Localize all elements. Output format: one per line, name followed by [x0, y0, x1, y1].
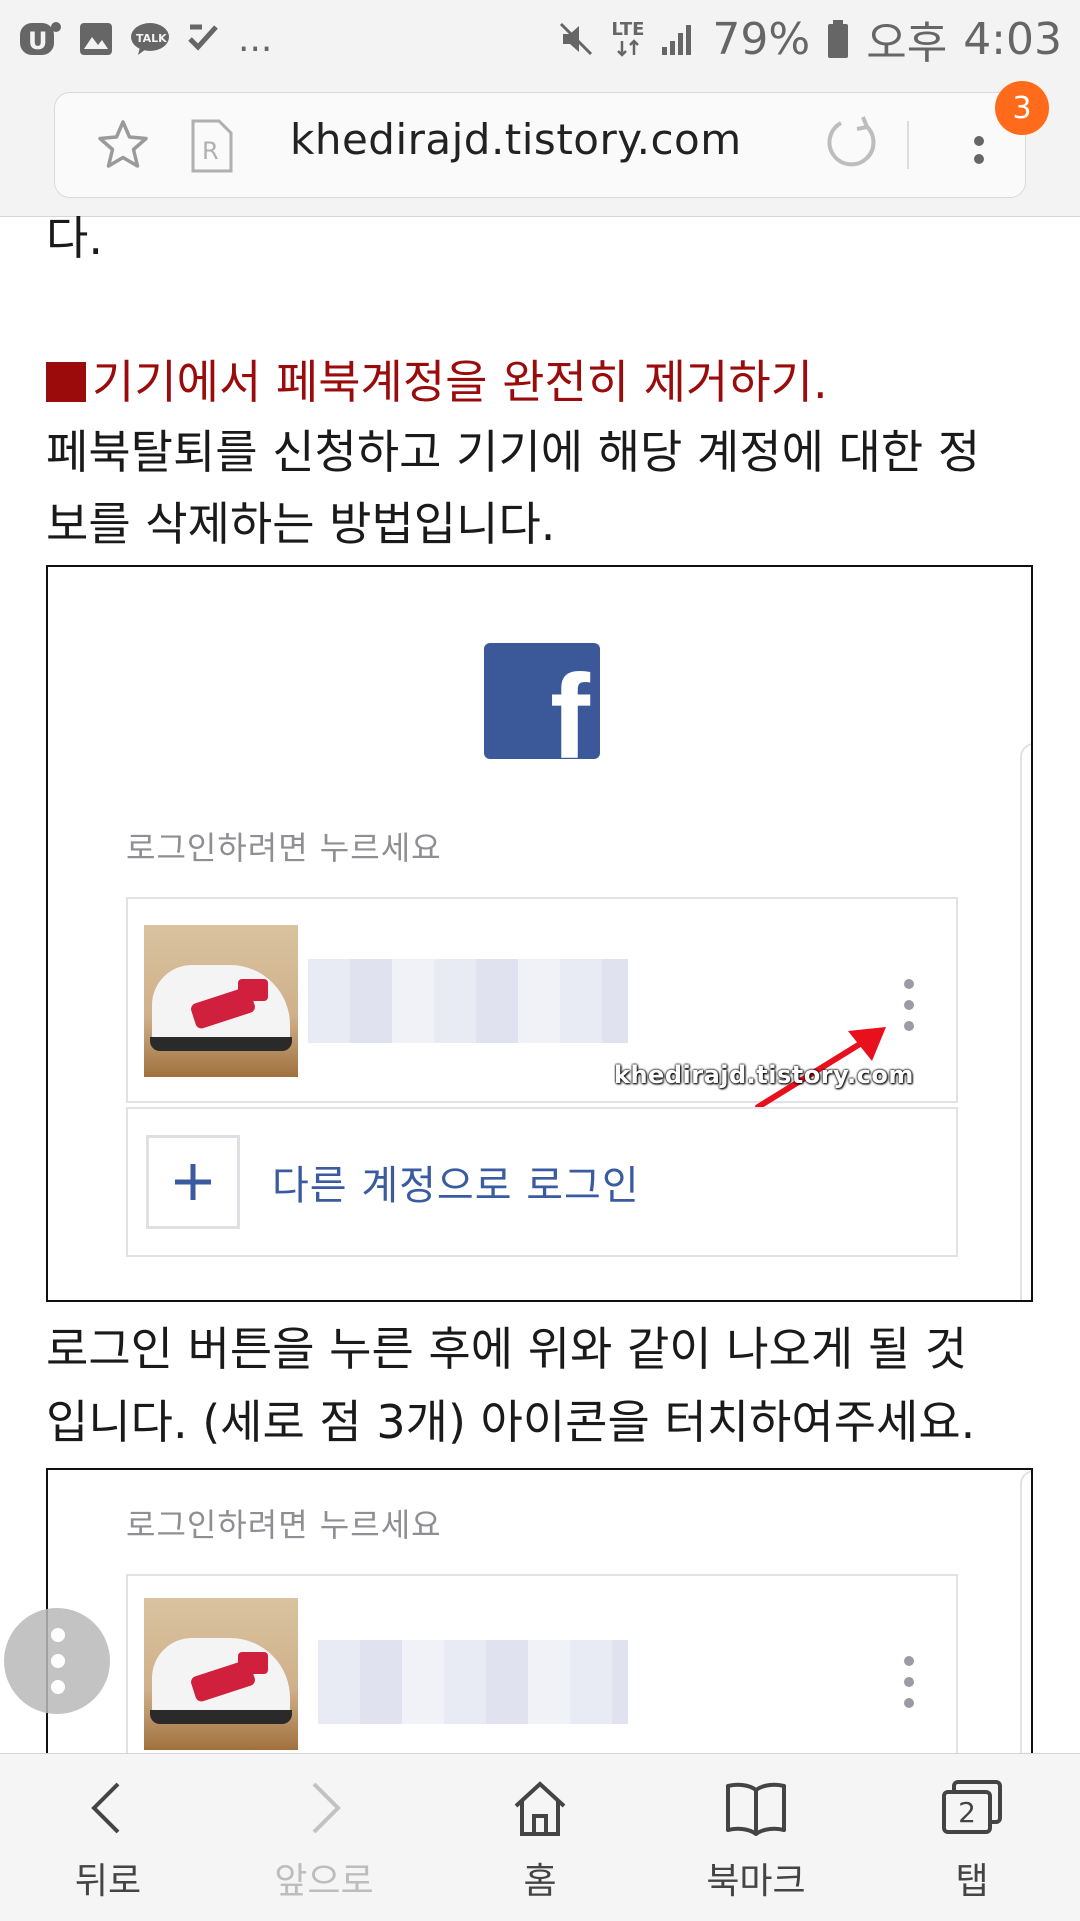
section-heading-text: 기기에서 페북계정을 완전히 제거하기. [92, 355, 828, 409]
watermark: khedirajd.tistory.com [614, 1061, 914, 1089]
nav-back-label: 뒤로 [74, 1861, 142, 1902]
battery-percent: 79% [712, 13, 811, 65]
nav-tabs-label: 탭 [955, 1861, 989, 1902]
uplus-icon: U [18, 19, 62, 59]
facebook-logo-icon: f [484, 643, 600, 759]
home-icon [510, 1778, 570, 1842]
heading-square-icon [46, 362, 86, 402]
after-line-2: 입니다. (세로 점 3개) 아이콘을 터치하여주세요. [46, 1395, 976, 1449]
add-account-card: 다른 계정으로 로그인 [126, 1107, 958, 1257]
login-prompt: 로그인하려면 누르세요 [126, 829, 442, 867]
tab-count: 2 [958, 1796, 976, 1829]
browser-toolbar: R khedirajd.tistory.com 3 [0, 78, 1080, 217]
nav-bookmarks[interactable]: 북마크 [648, 1754, 864, 1921]
add-account-label: 다른 계정으로 로그인 [272, 1163, 640, 1209]
page-content: 다. 기기에서 페북계정을 완전히 제거하기. 페북탈퇴를 신청하고 기기에 해… [0, 216, 1080, 1753]
svg-text:U: U [28, 27, 48, 55]
screenshot-edge [1020, 743, 1031, 1300]
account-card: khedirajd.tistory.com [126, 897, 958, 1110]
screenshot-edge [1020, 1470, 1031, 1753]
nav-forward-label: 앞으로 [274, 1861, 374, 1902]
nav-back[interactable]: 뒤로 [0, 1754, 216, 1921]
account-card [126, 1574, 958, 1753]
toolbar-divider [907, 121, 909, 169]
embedded-screenshot-1: f 로그인하려면 누르세요 khedirajd.tistory.com 다른 계… [46, 565, 1033, 1302]
nav-bookmarks-label: 북마크 [706, 1861, 806, 1902]
status-overflow: ... [238, 18, 273, 60]
notification-badge: 3 [995, 81, 1049, 135]
profile-photo [144, 1598, 298, 1750]
url-text[interactable]: khedirajd.tistory.com [290, 115, 742, 164]
tabs-icon: 2 [940, 1778, 1004, 1838]
plus-icon [146, 1135, 240, 1229]
time-prefix: 오후 [866, 18, 948, 69]
nav-home[interactable]: 홈 [432, 1754, 648, 1921]
embedded-screenshot-2: 로그인하려면 누르세요 [46, 1468, 1033, 1753]
section-heading: 기기에서 페북계정을 완전히 제거하기. [46, 346, 1046, 418]
blurred-name [308, 959, 628, 1043]
refresh-icon[interactable] [821, 113, 881, 177]
status-right: LTE 79% 오후 4:03 [557, 7, 1062, 71]
nav-home-label: 홈 [523, 1861, 557, 1902]
bookmark-star-icon[interactable] [95, 117, 151, 177]
bottom-navigation: 뒤로 앞으로 홈 북마크 2 탭 [0, 1753, 1080, 1921]
reader-mode-icon[interactable]: R [189, 117, 235, 179]
forward-arrow-icon [294, 1778, 354, 1842]
nav-tabs[interactable]: 2 탭 [864, 1754, 1080, 1921]
intro-line-1: 페북탈퇴를 신청하고 기기에 해당 계정에 대한 정 [46, 425, 981, 479]
svg-text:TALK: TALK [136, 32, 167, 45]
after-line-1: 로그인 버튼을 누른 후에 위와 같이 나오게 될 것 [46, 1322, 968, 1376]
account-options-icon [902, 1656, 916, 1708]
lte-label: LTE [611, 19, 645, 40]
text-fragment: 다. [46, 216, 103, 265]
kakaotalk-icon: TALK [130, 21, 170, 57]
intro-line-2: 보를 삭제하는 방법입니다. [46, 497, 556, 551]
profile-photo [144, 925, 298, 1077]
task-check-icon [186, 21, 222, 57]
clock: 4:03 [963, 13, 1062, 65]
mute-icon [557, 20, 595, 58]
gallery-icon [78, 21, 114, 57]
svg-text:R: R [202, 137, 219, 165]
lte-icon: LTE [611, 21, 644, 57]
floating-menu-button[interactable] [4, 1608, 110, 1714]
status-left: U TALK ... [18, 19, 272, 60]
status-bar: U TALK ... LTE 79% 오후 4:03 [0, 0, 1080, 78]
nav-forward[interactable]: 앞으로 [216, 1754, 432, 1921]
bookmarks-book-icon [724, 1778, 788, 1842]
blurred-name [318, 1640, 628, 1724]
battery-icon [826, 19, 850, 59]
address-bar[interactable]: R khedirajd.tistory.com 3 [54, 81, 1049, 198]
back-arrow-icon [78, 1778, 138, 1842]
signal-icon [660, 21, 696, 57]
login-prompt: 로그인하려면 누르세요 [126, 1506, 442, 1544]
